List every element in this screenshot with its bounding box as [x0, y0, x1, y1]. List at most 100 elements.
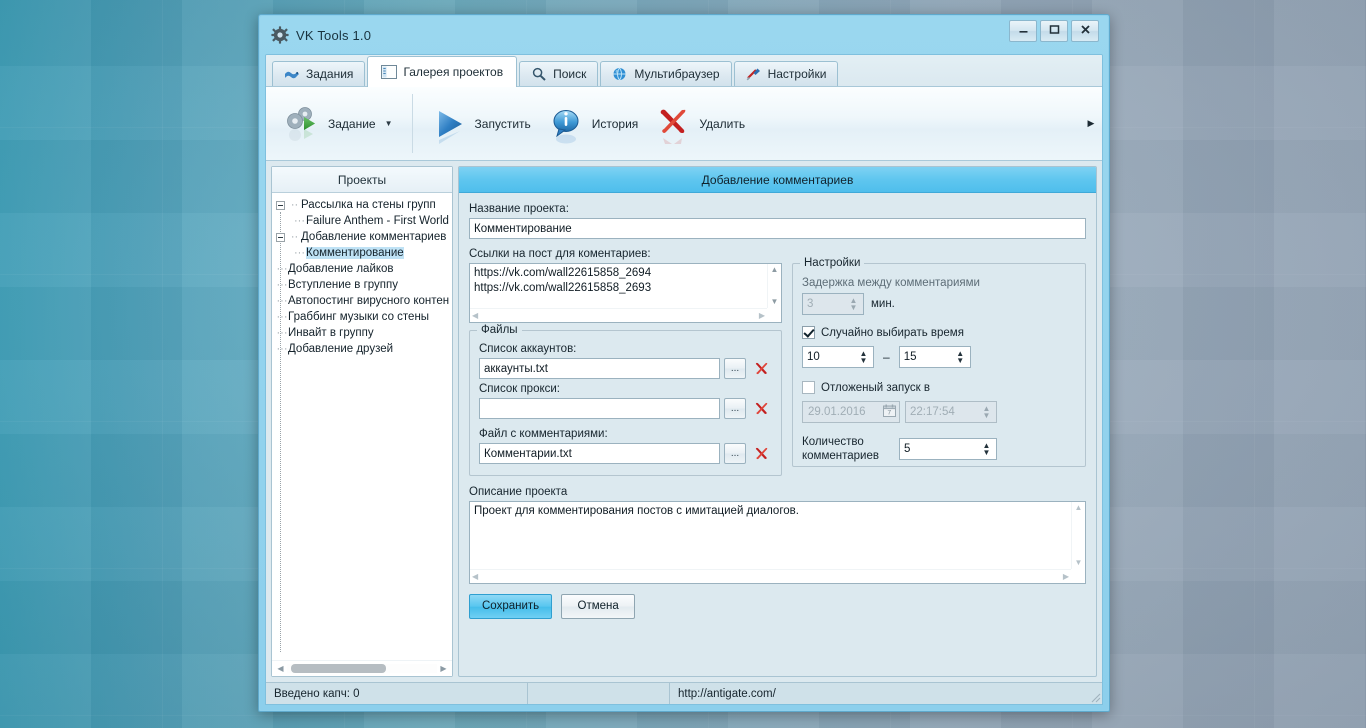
random-time-checkbox-row[interactable]: Случайно выбирать время — [802, 326, 1076, 339]
projects-tree[interactable]: ·· Рассылка на стены групп ··· Failure A… — [272, 193, 452, 660]
scroll-thumb[interactable] — [291, 664, 386, 673]
window-buttons — [1009, 20, 1099, 42]
tree-connector: ··· — [276, 295, 288, 307]
minimize-button[interactable] — [1009, 20, 1037, 42]
tree-item-dobavlenie-kommentariev[interactable]: ·· Добавление комментариев — [272, 229, 452, 245]
resize-grip[interactable] — [1086, 683, 1102, 704]
scroll-down-icon[interactable]: ▼ — [771, 298, 779, 306]
proxy-clear-button[interactable] — [750, 398, 772, 419]
maximize-button[interactable] — [1040, 20, 1068, 42]
links-vertical-scrollbar[interactable]: ▲ ▼ — [767, 264, 781, 308]
expander-minus-icon[interactable] — [276, 200, 285, 210]
status-bar: Введено капч: 0 http://antigate.com/ — [266, 682, 1102, 704]
random-to-spinner[interactable]: 15 ▲ ▼ — [898, 346, 971, 368]
scroll-up-icon[interactable]: ▲ — [771, 266, 779, 274]
scroll-left-icon[interactable]: ◀ — [472, 311, 478, 320]
comments-count-spinner[interactable]: 5 ▲ ▼ — [899, 438, 997, 460]
tab-label: Мультибраузер — [634, 67, 720, 81]
tab-galereya-proektov[interactable]: Галерея проектов — [367, 56, 518, 87]
scroll-right-icon[interactable]: ▶ — [437, 664, 450, 673]
tree-item-avtoposting[interactable]: ··· Автопостинг вирусного контен — [272, 293, 452, 309]
comments-browse-button[interactable]: ... — [724, 443, 746, 464]
delete-button[interactable]: Удалить — [647, 100, 754, 148]
window-title: VK Tools 1.0 — [296, 27, 372, 43]
accounts-row: ... — [479, 358, 772, 379]
comments-clear-button[interactable] — [750, 443, 772, 464]
history-button-label: История — [591, 116, 639, 131]
projects-horizontal-scrollbar[interactable]: ◀ ▶ — [272, 660, 452, 676]
delayed-start-checkbox[interactable] — [802, 381, 815, 394]
random-time-checkbox[interactable] — [802, 326, 815, 339]
delay-label: Задержка между комментариями — [802, 277, 980, 289]
tab-poisk[interactable]: Поиск — [519, 61, 599, 86]
comments-count-value: 5 — [904, 443, 911, 455]
spinner-down-icon[interactable]: ▼ — [860, 356, 868, 364]
projects-header: Проекты — [272, 167, 452, 193]
tree-item-grabbing-muzyki[interactable]: ··· Граббинг музыки со стены — [272, 309, 452, 325]
range-dash: – — [883, 350, 890, 364]
run-button[interactable]: Запустить — [423, 100, 540, 148]
tree-item-invayt-v-gruppu[interactable]: ··· Инвайт в группу — [272, 325, 452, 341]
accounts-browse-button[interactable]: ... — [724, 358, 746, 379]
tree-item-label: Граббинг музыки со стены — [288, 311, 430, 323]
random-from-spinner-buttons[interactable]: ▲ ▼ — [857, 347, 873, 367]
history-button[interactable]: История — [540, 100, 648, 148]
tree-item-rassylka[interactable]: ·· Рассылка на стены групп — [272, 197, 452, 213]
toolbar-group-actions: Запустить История Удалить — [413, 87, 765, 160]
tree-item-label: Добавление лайков — [288, 263, 394, 275]
save-button[interactable]: Сохранить — [469, 594, 553, 619]
tree-item-failure-anthem[interactable]: ··· Failure Anthem - First World P — [272, 213, 452, 229]
proxy-browse-button[interactable]: ... — [724, 398, 746, 419]
tab-multibrauzer[interactable]: Мультибраузер — [600, 61, 732, 86]
accounts-input[interactable] — [479, 358, 720, 379]
chevron-down-icon[interactable]: ▼ — [385, 119, 393, 128]
search-icon — [531, 67, 547, 82]
scroll-track[interactable] — [287, 664, 437, 673]
tree-connector: ··· — [276, 327, 288, 339]
task-button[interactable]: Задание ▼ — [276, 100, 402, 148]
tree-item-vstuplenie-v-gruppu[interactable]: ··· Вступление в группу — [272, 277, 452, 293]
proxy-input[interactable] — [479, 398, 720, 419]
delayed-date-value: 29.01.2016 — [808, 406, 866, 418]
spinner-down-icon[interactable]: ▼ — [956, 356, 964, 364]
random-to-spinner-buttons[interactable]: ▲ ▼ — [954, 347, 970, 367]
spinner-down-icon: ▼ — [849, 302, 858, 312]
tab-zadaniya[interactable]: Задания — [272, 61, 366, 86]
random-from-spinner[interactable]: 10 ▲ ▼ — [802, 346, 874, 368]
settings-group-title: Настройки — [800, 257, 865, 269]
project-name-input[interactable] — [469, 218, 1086, 239]
toolbar-overflow-button[interactable]: ▶ — [1084, 87, 1098, 160]
comments-count-spinner-buttons[interactable]: ▲ ▼ — [980, 439, 996, 459]
delayed-start-checkbox-row[interactable]: Отложеный запуск в — [802, 381, 1076, 394]
expander-minus-icon[interactable] — [276, 232, 285, 242]
tree-item-dobavlenie-laikov[interactable]: ··· Добавление лайков — [272, 261, 452, 277]
spinner-down-icon[interactable]: ▼ — [983, 448, 991, 456]
links-horizontal-scrollbar[interactable]: ◀ ▶ — [470, 308, 767, 322]
scroll-down-icon[interactable]: ▼ — [1075, 559, 1083, 567]
links-textarea-content: https://vk.com/wall22615858_2694 https:/… — [474, 267, 652, 294]
status-url[interactable]: http://antigate.com/ — [670, 683, 784, 704]
tree-item-dobavlenie-druzey[interactable]: ··· Добавление друзей — [272, 341, 452, 357]
scroll-left-icon[interactable]: ◀ — [274, 664, 287, 673]
scroll-right-icon[interactable]: ▶ — [759, 311, 765, 320]
calendar-icon: 7 — [883, 404, 896, 420]
close-button[interactable] — [1071, 20, 1099, 42]
accounts-clear-button[interactable] — [750, 358, 772, 379]
scroll-up-icon[interactable]: ▲ — [1075, 504, 1083, 512]
description-textarea[interactable]: Проект для комментирования постов с имит… — [469, 501, 1086, 584]
comments-file-input[interactable] — [479, 443, 720, 464]
description-vertical-scrollbar[interactable]: ▲ ▼ — [1071, 502, 1085, 569]
description-horizontal-scrollbar[interactable]: ◀ ▶ — [470, 569, 1071, 583]
tree-item-label: Вступление в группу — [288, 279, 398, 291]
links-textarea[interactable]: https://vk.com/wall22615858_2694 https:/… — [469, 263, 782, 323]
scroll-left-icon[interactable]: ◀ — [472, 572, 478, 581]
tree-item-kommentirovanie[interactable]: ··· Комментирование — [272, 245, 452, 261]
cancel-button[interactable]: Отмена — [561, 594, 636, 619]
tab-nastroyki[interactable]: Настройки — [733, 61, 839, 86]
toolbar-group-task: Задание ▼ — [266, 87, 412, 160]
proxy-label: Список прокси: — [479, 383, 561, 395]
tree-connector: ··· — [294, 247, 305, 259]
scroll-right-icon[interactable]: ▶ — [1063, 572, 1069, 581]
delay-spinner: 3 ▲ ▼ — [802, 293, 864, 315]
title-bar[interactable]: VK Tools 1.0 — [265, 16, 1103, 54]
